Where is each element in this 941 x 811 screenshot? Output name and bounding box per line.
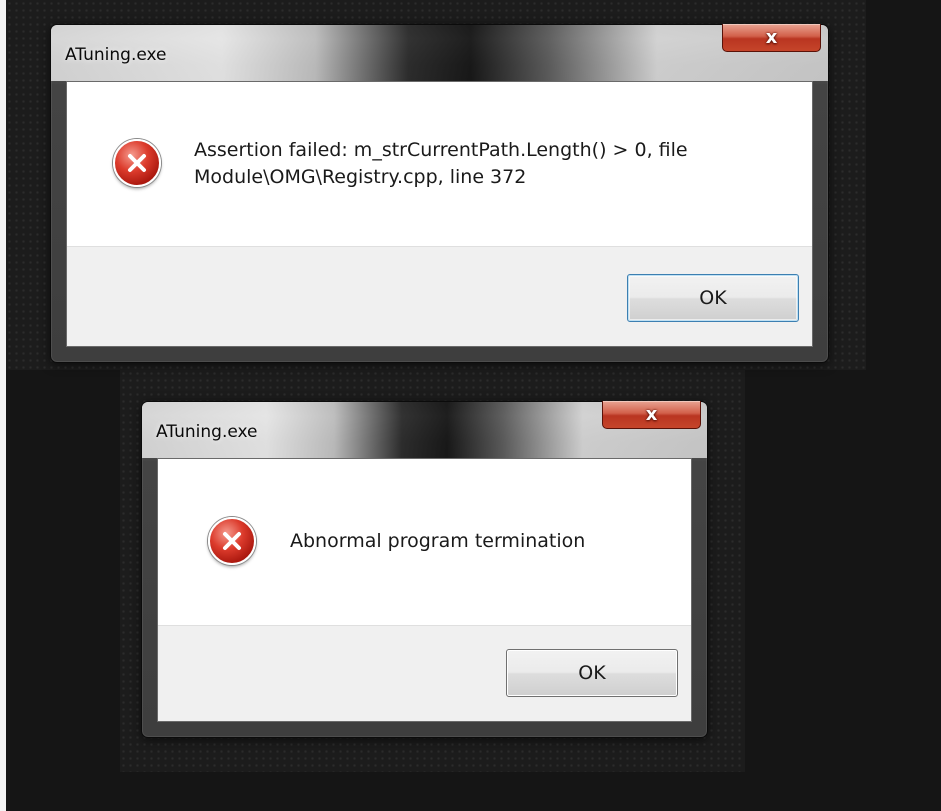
error-message-line: Assertion failed: m_strCurrentPath.Lengt…	[194, 139, 688, 161]
button-bar: OK	[67, 246, 812, 346]
ok-button[interactable]: OK	[627, 274, 799, 322]
error-message-line: Module\OMG\Registry.cpp, line 372	[194, 166, 527, 188]
close-button[interactable]: x	[722, 24, 821, 52]
error-message: Abnormal program termination	[290, 528, 585, 555]
desktop-background: ATuning.exe x Assertion failed: m_strCur…	[0, 0, 941, 811]
error-dialog-assertion: ATuning.exe x Assertion failed: m_strCur…	[50, 24, 829, 363]
error-message: Assertion failed: m_strCurrentPath.Lengt…	[194, 137, 688, 191]
close-icon: x	[765, 26, 778, 48]
close-button[interactable]: x	[602, 401, 701, 429]
button-bar: OK	[158, 625, 691, 721]
error-icon	[113, 139, 161, 187]
dialog-title: ATuning.exe	[156, 422, 258, 442]
error-icon	[208, 517, 256, 565]
error-dialog-termination: ATuning.exe x Abnormal program terminati…	[141, 401, 708, 738]
dialog-body: Assertion failed: m_strCurrentPath.Lengt…	[66, 81, 813, 347]
error-message-line: Abnormal program termination	[290, 530, 586, 552]
close-icon: x	[645, 403, 658, 425]
message-area: Assertion failed: m_strCurrentPath.Lengt…	[67, 82, 812, 249]
ok-button[interactable]: OK	[506, 649, 678, 697]
dialog-title: ATuning.exe	[65, 45, 167, 65]
dialog-body: Abnormal program termination OK	[157, 458, 692, 722]
message-area: Abnormal program termination	[158, 459, 691, 627]
